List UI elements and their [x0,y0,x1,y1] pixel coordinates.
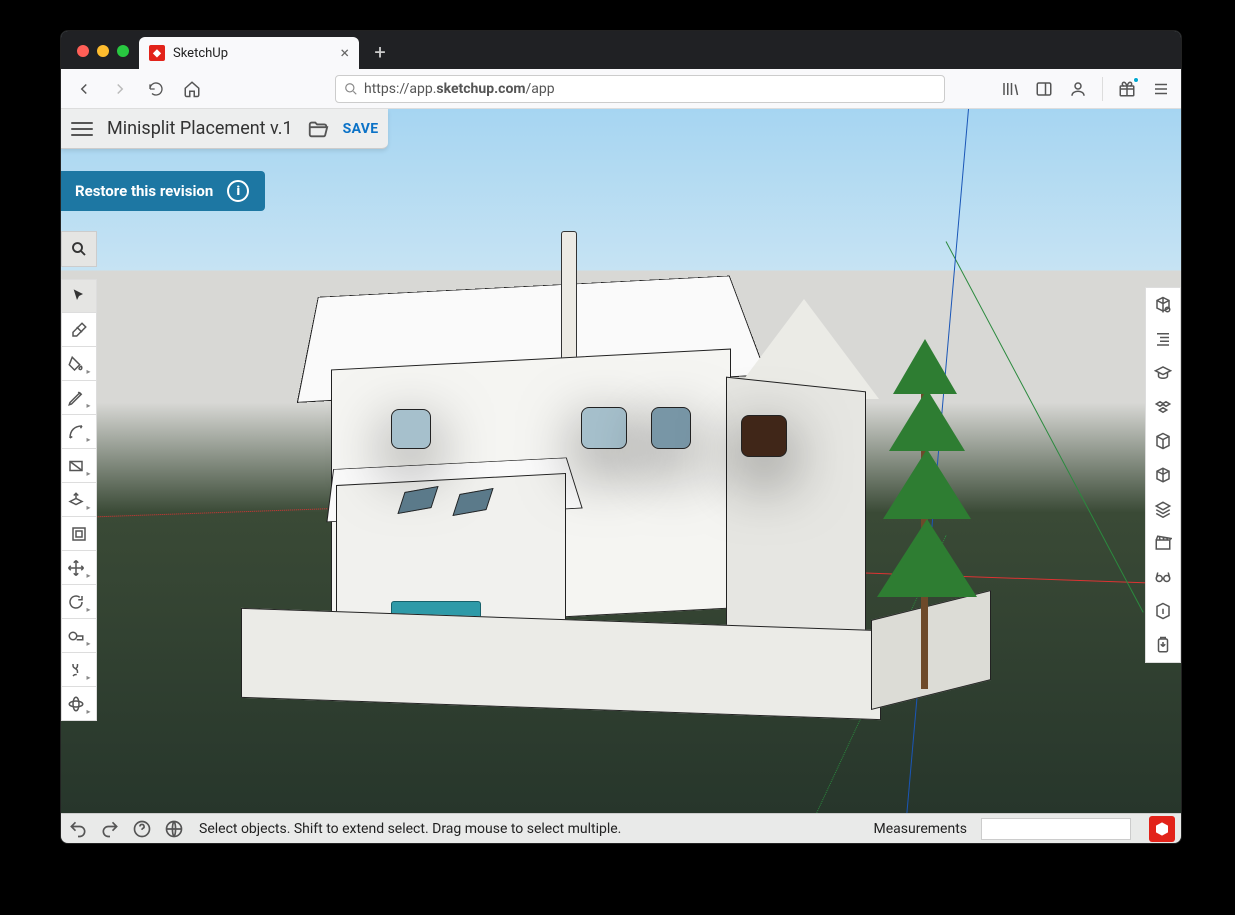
nav-home-button[interactable] [179,76,205,102]
help-button[interactable] [131,818,153,840]
open-folder-button[interactable] [307,118,329,140]
left-toolbar: ▸▸▸▸▸▸▸▸▸▸ [61,231,97,721]
eraser-tool[interactable] [61,313,97,347]
nav-reload-button[interactable] [143,76,169,102]
window-minimize-button[interactable] [97,45,109,57]
sketchup-logo-icon[interactable] [1149,816,1175,842]
new-tab-button[interactable]: + [365,37,395,67]
restore-revision-banner[interactable]: Restore this revision i [61,171,265,211]
library-icon[interactable] [1000,79,1020,99]
sketchup-favicon-icon: ◆ [149,45,165,61]
orbit-tool[interactable]: ▸ [61,687,97,721]
window-close-button[interactable] [77,45,89,57]
document-title: Minisplit Placement v.1 [107,118,293,139]
components-panel[interactable] [1146,390,1180,424]
search-icon [70,240,88,258]
line-tool[interactable]: ▸ [61,381,97,415]
select-tool[interactable] [61,279,97,313]
3d-viewport[interactable] [61,109,1181,843]
model-house [271,239,791,719]
browser-tab-strip: ◆ SketchUp × + [61,31,1181,69]
restore-label: Restore this revision [75,182,213,200]
undo-button[interactable] [67,818,89,840]
browser-window: ◆ SketchUp × + https://app.sketchup.com/… [60,30,1182,844]
window-controls [69,45,139,69]
outliner-panel[interactable] [1146,322,1180,356]
arc-tool[interactable]: ▸ [61,415,97,449]
walk-tool[interactable]: ▸ [61,653,97,687]
window-zoom-button[interactable] [117,45,129,57]
house-window [391,409,431,449]
app-menu-button[interactable] [1151,79,1171,99]
browser-tab[interactable]: ◆ SketchUp × [139,37,359,69]
pushpull-tool[interactable]: ▸ [61,483,97,517]
house-window [651,407,691,449]
status-bar: Select objects. Shift to extend select. … [61,813,1181,843]
tab-close-button[interactable]: × [340,45,349,61]
toolbar-divider [1102,77,1103,101]
save-button[interactable]: SAVE [343,121,379,137]
tape-tool[interactable]: ▸ [61,619,97,653]
info-icon[interactable]: i [227,180,249,202]
house-shutter [741,415,787,457]
scenes-panel[interactable] [1146,526,1180,560]
tags-panel[interactable] [1146,492,1180,526]
browser-toolbar: https://app.sketchup.com/app [61,69,1181,109]
model-info-panel[interactable] [1146,594,1180,628]
rectangle-tool[interactable]: ▸ [61,449,97,483]
language-button[interactable] [163,818,185,840]
nav-back-button[interactable] [71,76,97,102]
address-bar[interactable]: https://app.sketchup.com/app [335,75,945,103]
export-panel[interactable] [1146,628,1180,662]
app-menu-button[interactable] [71,118,93,140]
measurements-label: Measurements [874,821,967,837]
offset-tool[interactable] [61,517,97,551]
styles-panel[interactable] [1146,458,1180,492]
instructor-panel[interactable] [1146,356,1180,390]
rotate-tool[interactable]: ▸ [61,585,97,619]
toolbar-right [1000,77,1171,101]
right-panel-toolbar [1145,287,1181,663]
materials-panel[interactable] [1146,424,1180,458]
model-tree [871,309,981,689]
sketchup-app: Minisplit Placement v.1 SAVE Restore thi… [61,109,1181,843]
measurements-input[interactable] [981,818,1131,840]
status-hint: Select objects. Shift to extend select. … [199,821,621,837]
tool-search-button[interactable] [61,231,97,267]
house-window [581,407,627,449]
search-icon [344,82,358,96]
entity-info-panel[interactable] [1146,288,1180,322]
account-icon[interactable] [1068,79,1088,99]
app-header: Minisplit Placement v.1 SAVE [61,109,388,149]
tab-title: SketchUp [173,46,228,61]
url-text: https://app.sketchup.com/app [364,81,555,97]
display-panel[interactable] [1146,560,1180,594]
whatsnew-icon[interactable] [1117,79,1137,99]
sidebar-icon[interactable] [1034,79,1054,99]
nav-forward-button[interactable] [107,76,133,102]
paint-tool[interactable]: ▸ [61,347,97,381]
notification-dot-icon [1133,77,1139,83]
redo-button[interactable] [99,818,121,840]
move-tool[interactable]: ▸ [61,551,97,585]
